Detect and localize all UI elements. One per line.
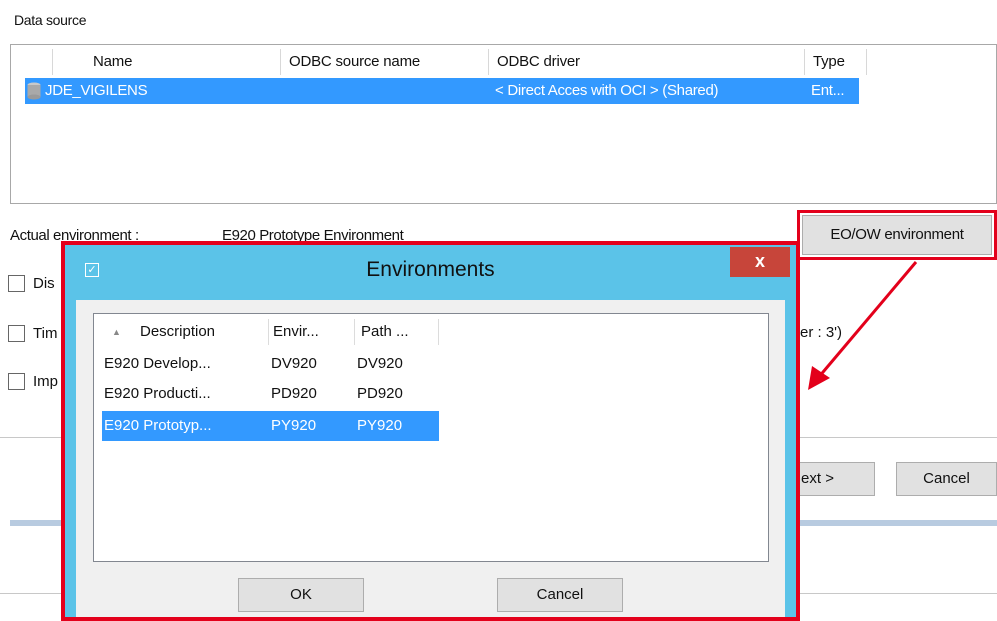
annotation-arrow — [808, 261, 918, 390]
